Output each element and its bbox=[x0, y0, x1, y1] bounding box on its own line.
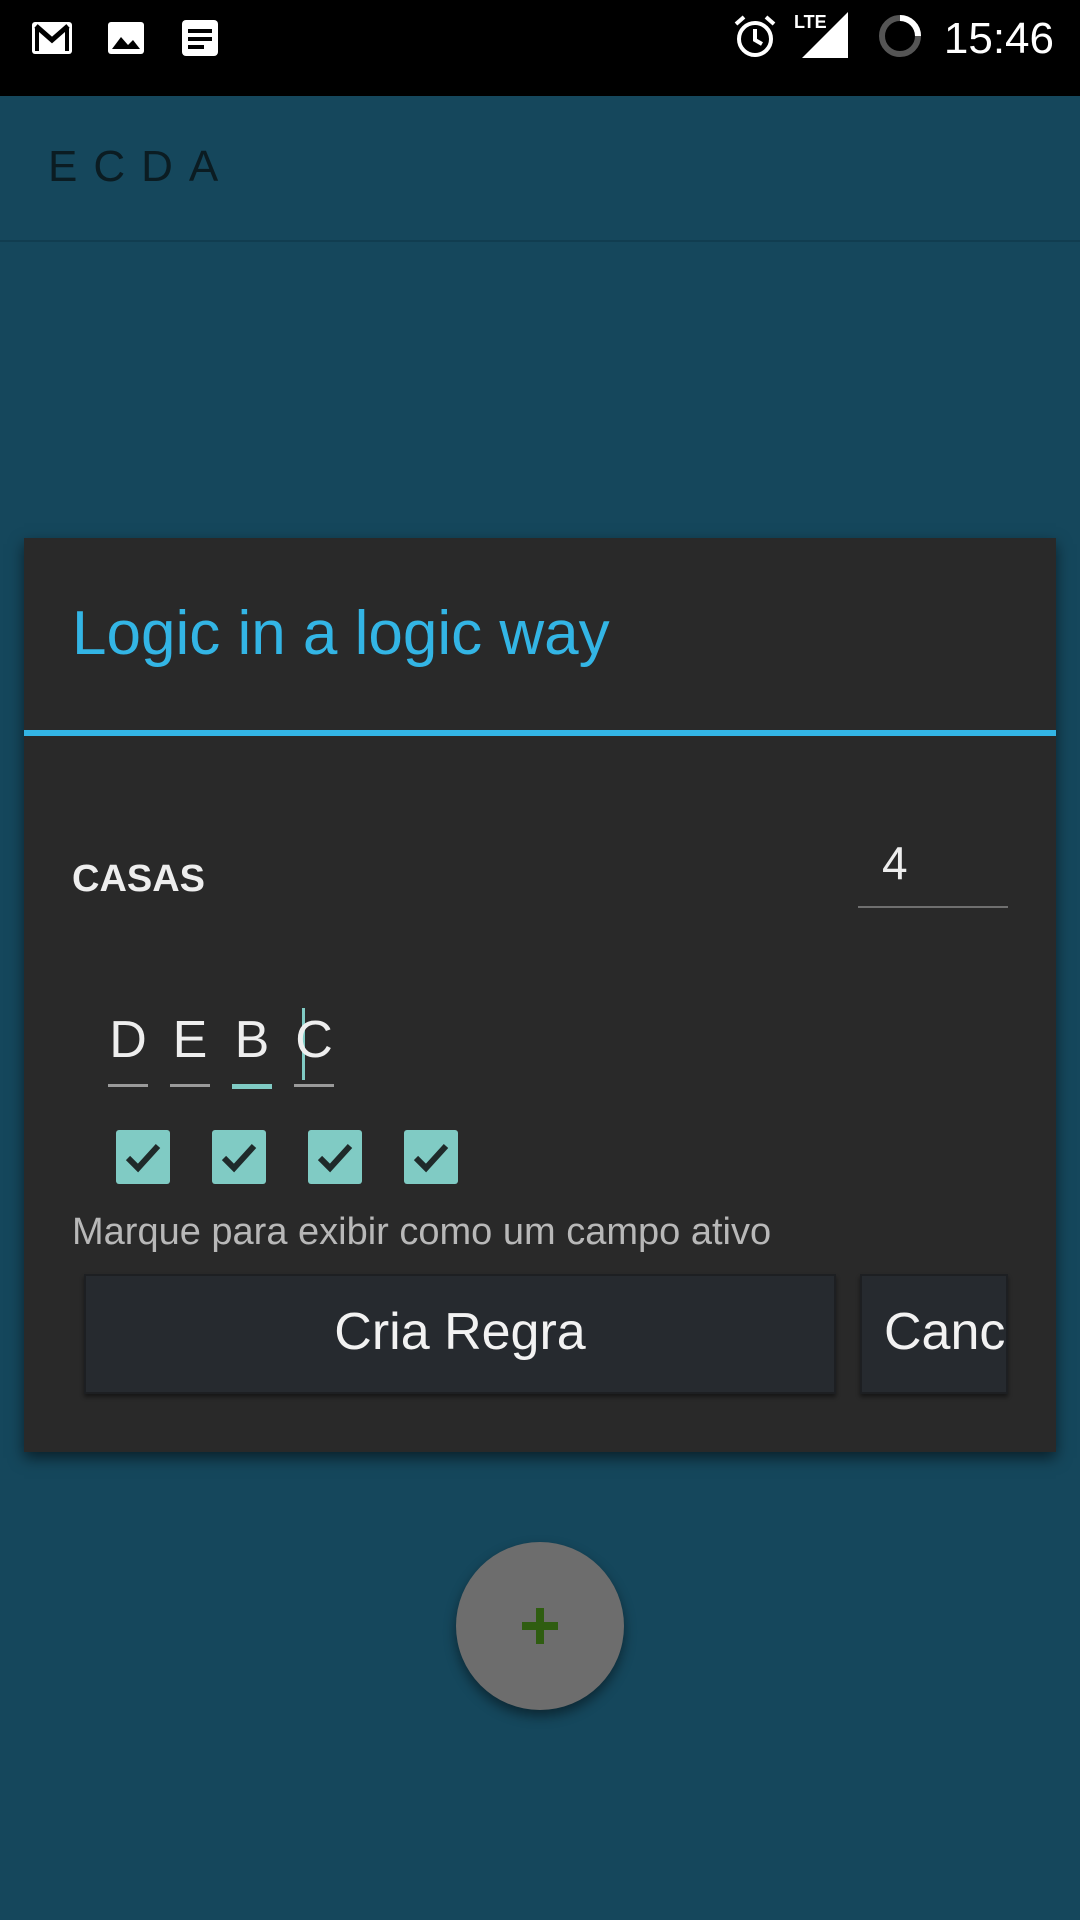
hint-text: Marque para exibir como um campo ativo bbox=[72, 1211, 772, 1253]
add-button[interactable] bbox=[456, 1542, 624, 1710]
letter-field[interactable]: E bbox=[170, 1006, 210, 1087]
status-time: 15:46 bbox=[943, 14, 1054, 63]
checkbox[interactable] bbox=[404, 1130, 458, 1184]
plus-icon bbox=[522, 1608, 558, 1644]
dialog-title: Logic in a logic way bbox=[72, 599, 610, 668]
check-icon bbox=[125, 1143, 161, 1173]
check-icon bbox=[317, 1143, 353, 1173]
letter-field[interactable]: C bbox=[294, 1006, 334, 1087]
dialog-divider bbox=[24, 730, 1056, 736]
casas-input[interactable]: 4 bbox=[858, 818, 1008, 908]
alarm-icon bbox=[734, 15, 776, 57]
image-icon bbox=[108, 22, 144, 54]
checkbox[interactable] bbox=[116, 1130, 170, 1184]
loading-icon bbox=[879, 15, 921, 57]
letter-field[interactable]: D bbox=[108, 1006, 148, 1087]
check-icon bbox=[221, 1143, 257, 1173]
check-icon bbox=[413, 1143, 449, 1173]
checkbox[interactable] bbox=[308, 1130, 362, 1184]
letter-fields: D E B C bbox=[84, 1006, 444, 1089]
notes-icon bbox=[182, 20, 218, 56]
app-title: ECDA bbox=[48, 142, 235, 191]
checkbox[interactable] bbox=[212, 1130, 266, 1184]
dialog: Logic in a logic way CASAS 4 D E B C Mar… bbox=[24, 538, 1056, 1452]
gmail-icon bbox=[32, 22, 72, 54]
app-bar: ECDA bbox=[0, 96, 1080, 242]
casas-label: CASAS bbox=[72, 858, 206, 900]
letter-field-active[interactable]: B bbox=[232, 1006, 272, 1089]
create-rule-button[interactable]: Cria Regra bbox=[84, 1274, 836, 1394]
casas-value: 4 bbox=[882, 837, 908, 889]
lte-signal-icon: LTE bbox=[794, 10, 850, 60]
checkbox-row bbox=[92, 1130, 492, 1186]
cancel-button[interactable]: Cancel bbox=[860, 1274, 1008, 1394]
status-bar: LTE 15:46 bbox=[0, 0, 1080, 96]
